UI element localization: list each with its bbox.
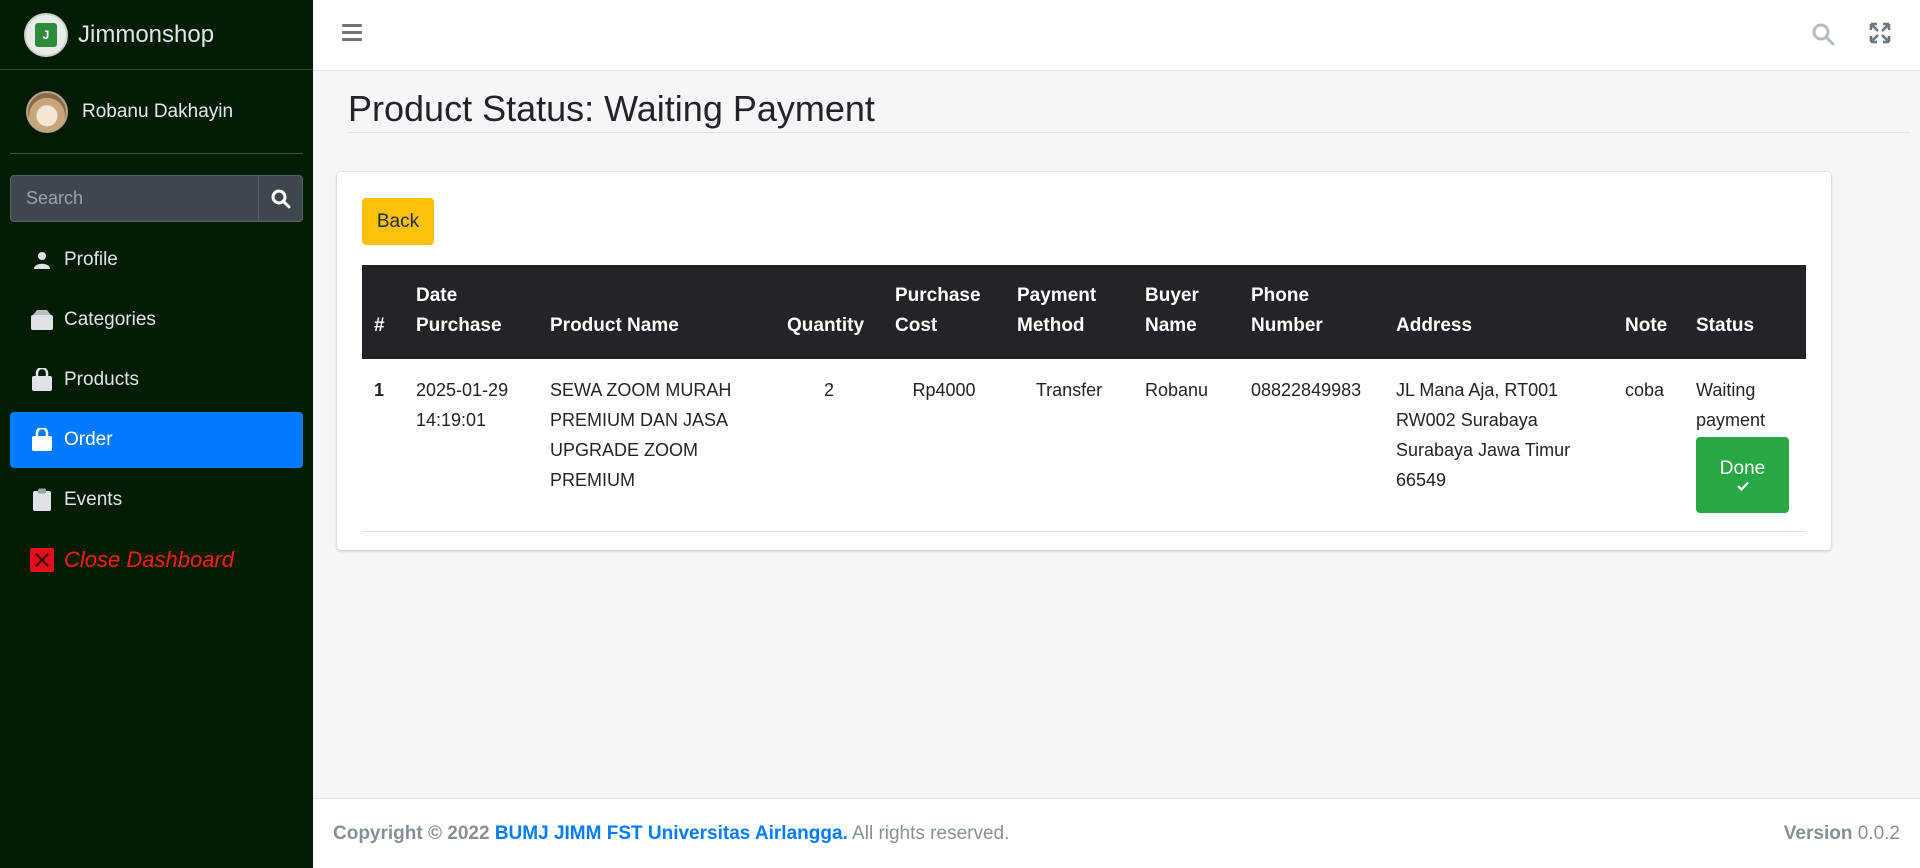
brand-name: Jimmonshop [78, 20, 215, 48]
col-header-status: Status [1696, 315, 1755, 336]
cell-note: coba [1613, 359, 1684, 532]
footer-version: Version 0.0.2 [1784, 823, 1900, 845]
sidebar-search [10, 175, 303, 222]
sidebar-nav: Profile Categories Products Order Events [10, 232, 303, 592]
sidebar-item-label: Profile [64, 249, 118, 270]
order-table: # Date Purchase Product Name Quantity Pur… [362, 265, 1806, 532]
col-header-number: # [374, 315, 385, 336]
box-icon [30, 308, 54, 332]
done-button-label: Done [1719, 458, 1766, 479]
search-input[interactable] [10, 175, 258, 222]
sidebar-item-label: Products [64, 369, 139, 390]
search-button[interactable] [258, 175, 303, 222]
col-header-product: Product Name [550, 315, 679, 336]
sidebar-item-close-dashboard[interactable]: Close Dashboard [10, 532, 303, 588]
expand-icon [1869, 22, 1891, 44]
avatar [26, 90, 68, 133]
sidebar-item-events[interactable]: Events [10, 472, 303, 528]
sidebar: J Jimmonshop Robanu Dakhayin Profile Cat… [0, 0, 313, 868]
sidebar-item-profile[interactable]: Profile [10, 232, 303, 288]
shop-bag-logo: J [26, 14, 66, 55]
back-button[interactable]: Back [362, 198, 434, 245]
cell-number: 1 [362, 359, 404, 532]
divider [348, 132, 1910, 133]
cell-quantity: 2 [775, 359, 883, 532]
col-header-phone: Phone Number [1251, 285, 1323, 336]
footer-copyright: Copyright © 2022 BUMJ JIMM FST Universit… [333, 823, 1009, 845]
clipboard-icon [30, 488, 54, 512]
copyright-prefix: Copyright © 2022 [333, 822, 490, 844]
order-card: Back # Date Purchase Product Name Quantit… [337, 172, 1831, 550]
topbar [313, 0, 1920, 71]
table-row: 1 2025-01-29 14:19:01 SEWA ZOOM MURAH PR… [362, 359, 1806, 532]
hamburger-menu-icon[interactable] [342, 24, 362, 44]
col-header-cost: Purchase Cost [895, 285, 981, 336]
cell-payment: Transfer [1005, 359, 1133, 532]
rights-text: All rights reserved. [852, 822, 1010, 844]
status-text: Waiting payment [1696, 380, 1766, 430]
fullscreen-button[interactable] [1869, 22, 1891, 49]
sidebar-item-label: Close Dashboard [64, 547, 234, 572]
cell-address: JL Mana Aja, RT001 RW002 Surabaya Suraba… [1384, 359, 1613, 532]
user-name: Robanu Dakhayin [82, 100, 234, 122]
page-title: Product Status: Waiting Payment [348, 88, 875, 129]
done-button[interactable]: Done [1696, 437, 1789, 513]
version-number: 0.0.2 [1857, 822, 1900, 844]
search-icon [271, 189, 290, 208]
col-header-address: Address [1396, 315, 1473, 336]
navbar-search-button[interactable] [1811, 22, 1835, 51]
footer: Copyright © 2022 BUMJ JIMM FST Universit… [313, 798, 1920, 868]
cell-cost: Rp4000 [883, 359, 1005, 532]
cell-date: 2025-01-29 14:19:01 [404, 359, 538, 532]
bag-icon [30, 428, 54, 452]
sidebar-item-label: Events [64, 489, 123, 510]
col-header-payment: Payment Method [1017, 285, 1097, 336]
col-header-quantity: Quantity [787, 315, 865, 336]
sidebar-item-label: Order [64, 429, 113, 450]
col-header-buyer: Buyer Name [1145, 285, 1199, 336]
sidebar-item-products[interactable]: Products [10, 352, 303, 408]
cell-buyer: Robanu [1133, 359, 1239, 532]
col-header-date: Date Purchase [416, 285, 502, 336]
search-icon [1812, 23, 1835, 46]
close-x-icon [30, 548, 54, 572]
cell-status: Waiting payment Done [1684, 359, 1806, 532]
bag-icon [30, 368, 54, 392]
cell-product: SEWA ZOOM MURAH PREMIUM DAN JASA UPGRADE… [538, 359, 775, 532]
check-icon [1736, 481, 1749, 492]
col-header-note: Note [1625, 315, 1668, 336]
sidebar-item-label: Categories [64, 309, 156, 330]
sidebar-item-order[interactable]: Order [10, 412, 303, 468]
org-link[interactable]: BUMJ JIMM FST Universitas Airlangga. [495, 823, 848, 844]
version-label: Version [1783, 822, 1853, 844]
person-icon [30, 248, 54, 272]
table-header-row: # Date Purchase Product Name Quantity Pur… [362, 265, 1806, 359]
brand-link[interactable]: J Jimmonshop [0, 0, 313, 70]
user-panel[interactable]: Robanu Dakhayin [10, 70, 303, 154]
sidebar-item-categories[interactable]: Categories [10, 292, 303, 348]
cell-phone: 08822849983 [1239, 359, 1384, 532]
